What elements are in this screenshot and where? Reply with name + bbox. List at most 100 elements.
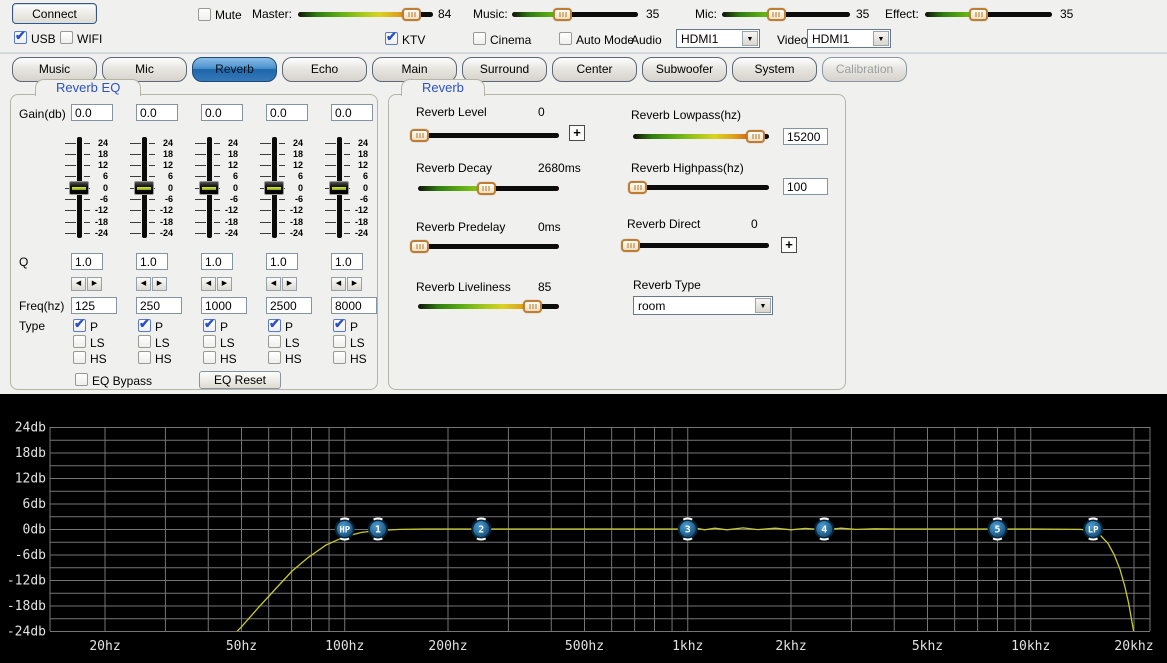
band-gain-slider[interactable]: 24181260-6-12-18-24 (253, 137, 313, 238)
slider-knob[interactable] (402, 8, 421, 21)
mute-checkbox[interactable] (198, 8, 211, 21)
reverb-level-slider[interactable] (418, 129, 559, 142)
q-increment-button[interactable]: ▶ (347, 277, 362, 291)
slider-track[interactable] (633, 185, 769, 190)
reverb-lowpass-input[interactable] (783, 128, 828, 145)
chevron-down-icon[interactable]: ▼ (742, 31, 758, 46)
type-highshelf-checkbox[interactable] (138, 351, 151, 364)
slider-knob[interactable] (477, 182, 496, 195)
q-decrement-button[interactable]: ◀ (201, 277, 216, 291)
type-highshelf-checkbox[interactable] (268, 351, 281, 364)
band-gain-slider[interactable]: 24181260-6-12-18-24 (318, 137, 378, 238)
slider-knob[interactable] (553, 8, 572, 21)
band-gain-input[interactable] (331, 104, 373, 121)
band-freq-input[interactable] (136, 297, 182, 314)
ktv-checkbox[interactable] (385, 32, 398, 45)
slider-knob[interactable] (264, 181, 284, 195)
reverb-predelay-slider[interactable] (418, 240, 559, 253)
reverb-direct-plus-button[interactable]: + (781, 237, 797, 253)
band-freq-input[interactable] (71, 297, 117, 314)
chevron-down-icon[interactable]: ▼ (873, 31, 889, 46)
master-volume-slider[interactable] (298, 8, 433, 21)
tab-echo[interactable]: Echo (282, 57, 367, 82)
band-q-input[interactable] (71, 253, 103, 270)
band-gain-slider[interactable]: 24181260-6-12-18-24 (123, 137, 183, 238)
band-q-input[interactable] (136, 253, 168, 270)
eq-curve-canvas[interactable]: 24db18db12db6db0db-6db-12db-18db-24db20h… (0, 394, 1167, 663)
eq-bypass-checkbox[interactable] (75, 373, 88, 386)
band-gain-input[interactable] (71, 104, 113, 121)
band-freq-input[interactable] (266, 297, 312, 314)
slider-track[interactable] (418, 133, 559, 138)
type-peak-checkbox[interactable] (333, 319, 346, 332)
q-increment-button[interactable]: ▶ (282, 277, 297, 291)
tab-subwoofer[interactable]: Subwoofer (642, 57, 727, 82)
q-increment-button[interactable]: ▶ (152, 277, 167, 291)
eq-reset-button[interactable]: EQ Reset (199, 371, 281, 389)
band-gain-input[interactable] (136, 104, 178, 121)
band-freq-input[interactable] (201, 297, 247, 314)
type-highshelf-checkbox[interactable] (203, 351, 216, 364)
wifi-checkbox[interactable] (60, 31, 73, 44)
type-peak-checkbox[interactable] (73, 319, 86, 332)
audio-output-select[interactable]: HDMI1 ▼ (676, 29, 760, 48)
q-decrement-button[interactable]: ◀ (136, 277, 151, 291)
mic-volume-slider[interactable] (722, 8, 850, 21)
q-decrement-button[interactable]: ◀ (71, 277, 86, 291)
band-q-input[interactable] (266, 253, 298, 270)
auto-mode-checkbox[interactable] (559, 32, 572, 45)
reverb-decay-slider[interactable] (418, 182, 559, 195)
usb-checkbox[interactable] (14, 31, 27, 44)
q-increment-button[interactable]: ▶ (217, 277, 232, 291)
type-highshelf-checkbox[interactable] (333, 351, 346, 364)
slider-knob[interactable] (621, 239, 640, 252)
slider-track[interactable] (629, 243, 769, 248)
band-q-input[interactable] (201, 253, 233, 270)
reverb-direct-slider[interactable] (629, 239, 769, 252)
type-peak-checkbox[interactable] (268, 319, 281, 332)
slider-knob[interactable] (329, 181, 349, 195)
type-peak-checkbox[interactable] (138, 319, 151, 332)
slider-knob[interactable] (410, 129, 429, 142)
reverb-highpass-slider[interactable] (633, 181, 769, 194)
slider-track[interactable] (925, 12, 1052, 17)
band-gain-input[interactable] (201, 104, 243, 121)
type-lowshelf-checkbox[interactable] (73, 335, 86, 348)
band-gain-slider[interactable]: 24181260-6-12-18-24 (188, 137, 248, 238)
slider-knob[interactable] (69, 181, 89, 195)
band-freq-input[interactable] (331, 297, 377, 314)
connect-button[interactable]: Connect (12, 3, 97, 24)
cinema-checkbox[interactable] (473, 32, 486, 45)
tab-system[interactable]: System (732, 57, 817, 82)
type-lowshelf-checkbox[interactable] (268, 335, 281, 348)
chevron-down-icon[interactable]: ▼ (755, 298, 771, 313)
q-decrement-button[interactable]: ◀ (266, 277, 281, 291)
type-lowshelf-checkbox[interactable] (333, 335, 346, 348)
q-increment-button[interactable]: ▶ (87, 277, 102, 291)
slider-knob[interactable] (523, 300, 542, 313)
slider-track[interactable] (722, 12, 850, 17)
slider-knob[interactable] (746, 130, 765, 143)
type-lowshelf-checkbox[interactable] (203, 335, 216, 348)
slider-knob[interactable] (628, 181, 647, 194)
reverb-lowpass-slider[interactable] (633, 130, 769, 143)
q-decrement-button[interactable]: ◀ (331, 277, 346, 291)
slider-knob[interactable] (199, 181, 219, 195)
music-volume-slider[interactable] (512, 8, 638, 21)
type-lowshelf-checkbox[interactable] (138, 335, 151, 348)
type-highshelf-checkbox[interactable] (73, 351, 86, 364)
type-peak-checkbox[interactable] (203, 319, 216, 332)
tab-center[interactable]: Center (552, 57, 637, 82)
reverb-type-select[interactable]: room ▼ (633, 296, 773, 315)
band-q-input[interactable] (331, 253, 363, 270)
band-gain-input[interactable] (266, 104, 308, 121)
slider-knob[interactable] (767, 8, 786, 21)
reverb-liveliness-slider[interactable] (418, 300, 559, 313)
reverb-level-plus-button[interactable]: + (569, 125, 585, 141)
slider-knob[interactable] (969, 8, 988, 21)
effect-volume-slider[interactable] (925, 8, 1052, 21)
slider-track[interactable] (512, 12, 638, 17)
tab-reverb[interactable]: Reverb (192, 57, 277, 82)
video-output-select[interactable]: HDMI1 ▼ (807, 29, 891, 48)
slider-track[interactable] (418, 244, 559, 249)
